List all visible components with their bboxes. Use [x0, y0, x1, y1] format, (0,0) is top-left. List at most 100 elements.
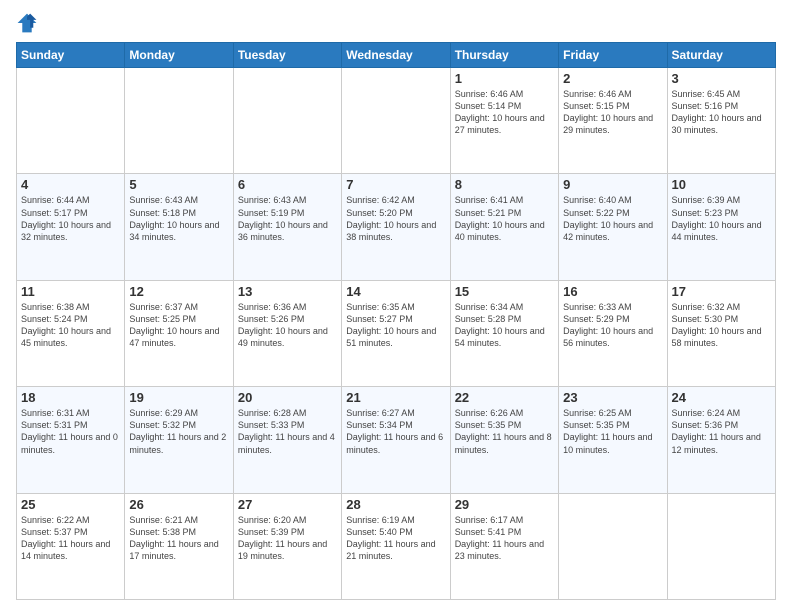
calendar-cell: 22 Sunrise: 6:26 AM Sunset: 5:35 PM Dayli…	[450, 387, 558, 493]
day-number: 21	[346, 390, 445, 405]
calendar-cell: 10 Sunrise: 6:39 AM Sunset: 5:23 PM Dayli…	[667, 174, 775, 280]
day-info: Sunrise: 6:22 AM Sunset: 5:37 PM Dayligh…	[21, 514, 120, 563]
calendar-cell: 24 Sunrise: 6:24 AM Sunset: 5:36 PM Dayli…	[667, 387, 775, 493]
day-info: Sunrise: 6:36 AM Sunset: 5:26 PM Dayligh…	[238, 301, 337, 350]
day-number: 8	[455, 177, 554, 192]
day-number: 5	[129, 177, 228, 192]
calendar-cell: 2 Sunrise: 6:46 AM Sunset: 5:15 PM Daylig…	[559, 68, 667, 174]
calendar-cell: 3 Sunrise: 6:45 AM Sunset: 5:16 PM Daylig…	[667, 68, 775, 174]
calendar-cell: 13 Sunrise: 6:36 AM Sunset: 5:26 PM Dayli…	[233, 280, 341, 386]
day-info: Sunrise: 6:42 AM Sunset: 5:20 PM Dayligh…	[346, 194, 445, 243]
calendar-cell: 11 Sunrise: 6:38 AM Sunset: 5:24 PM Dayli…	[17, 280, 125, 386]
calendar-week-row: 1Sunrise: 6:46 AM Sunset: 5:14 PM Daylig…	[17, 68, 776, 174]
day-number: 10	[672, 177, 771, 192]
calendar-week-row: 11 Sunrise: 6:38 AM Sunset: 5:24 PM Dayli…	[17, 280, 776, 386]
day-number: 3	[672, 71, 771, 86]
day-number: 11	[21, 284, 120, 299]
day-number: 24	[672, 390, 771, 405]
calendar-cell: 21 Sunrise: 6:27 AM Sunset: 5:34 PM Dayli…	[342, 387, 450, 493]
calendar-cell: 5 Sunrise: 6:43 AM Sunset: 5:18 PM Daylig…	[125, 174, 233, 280]
calendar-cell: 4 Sunrise: 6:44 AM Sunset: 5:17 PM Daylig…	[17, 174, 125, 280]
day-info: Sunrise: 6:45 AM Sunset: 5:16 PM Dayligh…	[672, 88, 771, 137]
day-info: Sunrise: 6:34 AM Sunset: 5:28 PM Dayligh…	[455, 301, 554, 350]
day-info: Sunrise: 6:21 AM Sunset: 5:38 PM Dayligh…	[129, 514, 228, 563]
day-info: Sunrise: 6:40 AM Sunset: 5:22 PM Dayligh…	[563, 194, 662, 243]
day-number: 16	[563, 284, 662, 299]
calendar-cell: 1Sunrise: 6:46 AM Sunset: 5:14 PM Daylig…	[450, 68, 558, 174]
calendar-cell: 12 Sunrise: 6:37 AM Sunset: 5:25 PM Dayli…	[125, 280, 233, 386]
day-number: 25	[21, 497, 120, 512]
calendar-cell: 28Sunrise: 6:19 AM Sunset: 5:40 PM Dayli…	[342, 493, 450, 599]
day-info: Sunrise: 6:43 AM Sunset: 5:18 PM Dayligh…	[129, 194, 228, 243]
day-number: 12	[129, 284, 228, 299]
calendar-week-row: 4 Sunrise: 6:44 AM Sunset: 5:17 PM Daylig…	[17, 174, 776, 280]
day-number: 15	[455, 284, 554, 299]
calendar-day-header: Wednesday	[342, 43, 450, 68]
day-info: Sunrise: 6:19 AM Sunset: 5:40 PM Dayligh…	[346, 514, 445, 563]
day-info: Sunrise: 6:43 AM Sunset: 5:19 PM Dayligh…	[238, 194, 337, 243]
calendar-cell: 25 Sunrise: 6:22 AM Sunset: 5:37 PM Dayli…	[17, 493, 125, 599]
calendar-day-header: Friday	[559, 43, 667, 68]
calendar-cell: 6 Sunrise: 6:43 AM Sunset: 5:19 PM Daylig…	[233, 174, 341, 280]
day-info: Sunrise: 6:24 AM Sunset: 5:36 PM Dayligh…	[672, 407, 771, 456]
calendar-cell	[233, 68, 341, 174]
calendar-cell: 27Sunrise: 6:20 AM Sunset: 5:39 PM Dayli…	[233, 493, 341, 599]
day-number: 22	[455, 390, 554, 405]
day-number: 13	[238, 284, 337, 299]
calendar-cell	[559, 493, 667, 599]
day-number: 20	[238, 390, 337, 405]
day-number: 17	[672, 284, 771, 299]
day-number: 7	[346, 177, 445, 192]
day-info: Sunrise: 6:37 AM Sunset: 5:25 PM Dayligh…	[129, 301, 228, 350]
calendar-day-header: Sunday	[17, 43, 125, 68]
day-number: 18	[21, 390, 120, 405]
day-info: Sunrise: 6:44 AM Sunset: 5:17 PM Dayligh…	[21, 194, 120, 243]
day-info: Sunrise: 6:38 AM Sunset: 5:24 PM Dayligh…	[21, 301, 120, 350]
day-number: 19	[129, 390, 228, 405]
day-number: 9	[563, 177, 662, 192]
day-info: Sunrise: 6:35 AM Sunset: 5:27 PM Dayligh…	[346, 301, 445, 350]
day-number: 14	[346, 284, 445, 299]
day-info: Sunrise: 6:28 AM Sunset: 5:33 PM Dayligh…	[238, 407, 337, 456]
day-number: 6	[238, 177, 337, 192]
calendar-cell: 19 Sunrise: 6:29 AM Sunset: 5:32 PM Dayli…	[125, 387, 233, 493]
calendar-day-header: Saturday	[667, 43, 775, 68]
day-info: Sunrise: 6:46 AM Sunset: 5:15 PM Dayligh…	[563, 88, 662, 137]
day-info: Sunrise: 6:27 AM Sunset: 5:34 PM Dayligh…	[346, 407, 445, 456]
calendar-cell: 17 Sunrise: 6:32 AM Sunset: 5:30 PM Dayli…	[667, 280, 775, 386]
calendar-week-row: 18 Sunrise: 6:31 AM Sunset: 5:31 PM Dayli…	[17, 387, 776, 493]
day-info: Sunrise: 6:33 AM Sunset: 5:29 PM Dayligh…	[563, 301, 662, 350]
day-number: 2	[563, 71, 662, 86]
calendar-cell: 26 Sunrise: 6:21 AM Sunset: 5:38 PM Dayli…	[125, 493, 233, 599]
logo	[16, 12, 42, 34]
calendar-cell: 7 Sunrise: 6:42 AM Sunset: 5:20 PM Daylig…	[342, 174, 450, 280]
calendar-table: SundayMondayTuesdayWednesdayThursdayFrid…	[16, 42, 776, 600]
calendar-cell: 23 Sunrise: 6:25 AM Sunset: 5:35 PM Dayli…	[559, 387, 667, 493]
calendar-day-header: Monday	[125, 43, 233, 68]
calendar-cell: 8 Sunrise: 6:41 AM Sunset: 5:21 PM Daylig…	[450, 174, 558, 280]
calendar-cell	[342, 68, 450, 174]
day-number: 27	[238, 497, 337, 512]
day-info: Sunrise: 6:29 AM Sunset: 5:32 PM Dayligh…	[129, 407, 228, 456]
calendar-cell	[17, 68, 125, 174]
day-info: Sunrise: 6:32 AM Sunset: 5:30 PM Dayligh…	[672, 301, 771, 350]
day-info: Sunrise: 6:41 AM Sunset: 5:21 PM Dayligh…	[455, 194, 554, 243]
day-info: Sunrise: 6:26 AM Sunset: 5:35 PM Dayligh…	[455, 407, 554, 456]
day-number: 29	[455, 497, 554, 512]
day-number: 4	[21, 177, 120, 192]
day-info: Sunrise: 6:17 AM Sunset: 5:41 PM Dayligh…	[455, 514, 554, 563]
calendar-week-row: 25 Sunrise: 6:22 AM Sunset: 5:37 PM Dayli…	[17, 493, 776, 599]
calendar-cell	[667, 493, 775, 599]
day-info: Sunrise: 6:39 AM Sunset: 5:23 PM Dayligh…	[672, 194, 771, 243]
calendar-day-header: Thursday	[450, 43, 558, 68]
calendar-cell: 15 Sunrise: 6:34 AM Sunset: 5:28 PM Dayli…	[450, 280, 558, 386]
calendar-header-row: SundayMondayTuesdayWednesdayThursdayFrid…	[17, 43, 776, 68]
day-number: 26	[129, 497, 228, 512]
calendar-day-header: Tuesday	[233, 43, 341, 68]
day-info: Sunrise: 6:25 AM Sunset: 5:35 PM Dayligh…	[563, 407, 662, 456]
calendar-cell: 29 Sunrise: 6:17 AM Sunset: 5:41 PM Dayli…	[450, 493, 558, 599]
day-info: Sunrise: 6:31 AM Sunset: 5:31 PM Dayligh…	[21, 407, 120, 456]
day-number: 23	[563, 390, 662, 405]
calendar-cell: 18 Sunrise: 6:31 AM Sunset: 5:31 PM Dayli…	[17, 387, 125, 493]
logo-icon	[16, 12, 38, 34]
